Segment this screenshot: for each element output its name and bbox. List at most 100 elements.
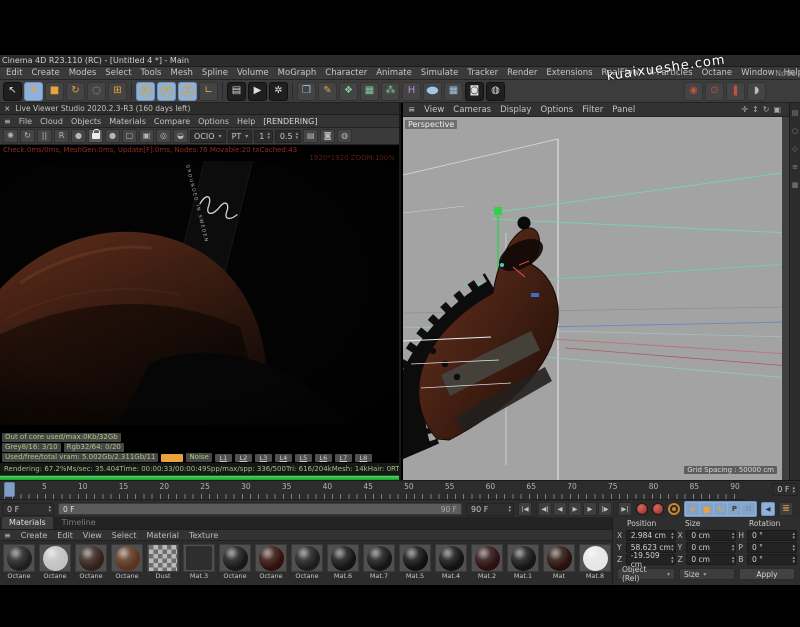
material-swatch[interactable]: Octane [290, 544, 324, 580]
close-icon[interactable]: × [4, 104, 10, 113]
ocio-select[interactable]: OCIO [190, 130, 226, 143]
viewport-canvas[interactable] [403, 117, 789, 480]
material-swatch[interactable]: Octane [218, 544, 252, 580]
vp-menu-panel[interactable]: Panel [612, 105, 635, 115]
spline-tool-icon[interactable]: H [402, 82, 421, 101]
menu-window[interactable]: Window [741, 68, 775, 78]
pan-view-icon[interactable]: ✛ [741, 105, 748, 114]
material-swatch[interactable]: Mat.7 [362, 544, 396, 580]
pick-region-icon[interactable]: ▢ [122, 129, 137, 143]
mat-menu-texture[interactable]: Texture [189, 531, 218, 540]
frame-range-slider[interactable]: 0 F 90 F [58, 503, 462, 515]
dolly-view-icon[interactable]: ↕ [752, 105, 759, 114]
menu-xparticles[interactable]: X-Particles [648, 68, 692, 78]
lv-menu-options[interactable]: Options [198, 117, 229, 126]
stepper[interactable] [732, 544, 735, 552]
menu-render[interactable]: Render [507, 68, 537, 78]
stepper[interactable] [671, 544, 674, 552]
select-tool-icon[interactable]: ↖ [3, 82, 22, 101]
menu-extensions[interactable]: Extensions [546, 68, 592, 78]
end-frame-field[interactable]: 90 F [466, 503, 514, 516]
material-swatch[interactable]: Mat.8 [578, 544, 612, 580]
array-icon[interactable]: ▦ [444, 82, 463, 101]
vp-menu-cameras[interactable]: Cameras [453, 105, 491, 115]
add-cube-icon[interactable]: ❒ [297, 82, 316, 101]
stepper[interactable] [793, 556, 796, 564]
gear-icon[interactable]: ✺ [3, 129, 18, 143]
kernel-select[interactable]: PT [228, 130, 253, 143]
render-settings-icon[interactable]: ✲ [269, 82, 288, 101]
coordinate-system-icon[interactable]: ∟ [199, 82, 218, 101]
level-button[interactable]: L6 [315, 454, 332, 462]
goto-start-button[interactable]: |◀ [518, 502, 532, 516]
material-swatch[interactable]: Dust [146, 544, 180, 580]
mat-menu-select[interactable]: Select [112, 531, 137, 540]
stepper[interactable] [267, 132, 270, 140]
subsample-field[interactable]: 1 [254, 130, 273, 143]
noise-label[interactable]: Noise [186, 453, 211, 462]
position-z-field[interactable]: -19.509 cm [626, 554, 676, 565]
vp-menu-display[interactable]: Display [500, 105, 531, 115]
material-swatch[interactable]: Octane [110, 544, 144, 580]
strip-icon-2[interactable]: ○ [792, 127, 798, 135]
menu-tools[interactable]: Tools [141, 68, 162, 78]
lv-menu-cloud[interactable]: Cloud [40, 117, 63, 126]
post-settings-icon[interactable]: ◍ [337, 129, 352, 143]
field-icon[interactable]: ● [423, 82, 442, 101]
menu-character[interactable]: Character [325, 68, 367, 78]
lv-menu-help[interactable]: Help [237, 117, 255, 126]
menu-animate[interactable]: Animate [376, 68, 412, 78]
strip-icon-4[interactable]: ≡ [792, 163, 798, 171]
play-button[interactable]: ▶ [568, 502, 582, 516]
stepper[interactable] [671, 556, 674, 564]
menu-tracker[interactable]: Tracker [467, 68, 498, 78]
material-swatch[interactable]: Mat [542, 544, 576, 580]
focus-picker-icon[interactable]: ◎ [156, 129, 171, 143]
move-tool-icon[interactable]: ✛ [24, 82, 43, 101]
max-frame-field[interactable]: 0 F [772, 483, 798, 496]
current-frame-field[interactable]: 0 F [2, 503, 54, 516]
key-scale-button[interactable]: ■ [700, 503, 713, 515]
goto-end-button[interactable]: ▶| [618, 502, 632, 516]
camera-icon[interactable]: ◙ [465, 82, 484, 101]
axis-y-button[interactable]: Y [157, 82, 176, 101]
apply-button[interactable]: Apply [739, 568, 795, 580]
render-picture-viewer-icon[interactable]: ▶ [248, 82, 267, 101]
film-settings-icon[interactable]: ▤ [303, 129, 318, 143]
timeline-playhead[interactable] [4, 482, 15, 497]
camera-imager-icon[interactable]: ◙ [320, 129, 335, 143]
subdivision-surface-icon[interactable]: ▦ [360, 82, 379, 101]
key-parameter-button[interactable]: P [728, 503, 741, 515]
lv-menu-file[interactable]: File [19, 117, 32, 126]
menu-realflow[interactable]: RealFlow [602, 68, 640, 78]
level-button[interactable]: L1 [215, 454, 232, 462]
guides-icon[interactable]: ❚ [726, 82, 745, 101]
level-button[interactable]: L8 [355, 454, 372, 462]
material-swatch[interactable]: Octane [2, 544, 36, 580]
menu-simulate[interactable]: Simulate [421, 68, 459, 78]
menu-modes[interactable]: Modes [69, 68, 97, 78]
axis-z-button[interactable]: Z [178, 82, 197, 101]
next-frame-button[interactable]: ▶ [583, 502, 597, 516]
menu-select[interactable]: Select [105, 68, 131, 78]
bend-deformer-icon[interactable]: ❖ [339, 82, 358, 101]
stepper[interactable] [793, 544, 796, 552]
pen-spline-icon[interactable]: ✎ [318, 82, 337, 101]
mat-menu-create[interactable]: Create [21, 531, 48, 540]
size-x-field[interactable]: 0 cm [686, 530, 736, 541]
render-view[interactable]: GROUNDED IN SWEDEN Check:0ms/0ms, MeshGe… [0, 145, 399, 475]
keyframe-selection-button[interactable] [668, 503, 680, 515]
clay-mode-icon[interactable]: ● [71, 129, 86, 143]
level-button[interactable]: L4 [275, 454, 292, 462]
viewport-scrollbar[interactable] [782, 117, 789, 480]
strip-icon-1[interactable]: ▤ [792, 109, 799, 117]
material-swatch[interactable]: Mat.2 [470, 544, 504, 580]
vp-menu-view[interactable]: View [424, 105, 444, 115]
material-swatch[interactable]: Octane [74, 544, 108, 580]
render-bucket-icon[interactable]: ▣ [139, 129, 154, 143]
material-swatch[interactable]: Octane [38, 544, 72, 580]
node-editor-label[interactable]: Node [775, 69, 796, 78]
hamburger-icon[interactable]: ≡ [4, 117, 11, 126]
stepper[interactable] [671, 532, 674, 540]
position-x-field[interactable]: 2.984 cm [626, 530, 676, 541]
